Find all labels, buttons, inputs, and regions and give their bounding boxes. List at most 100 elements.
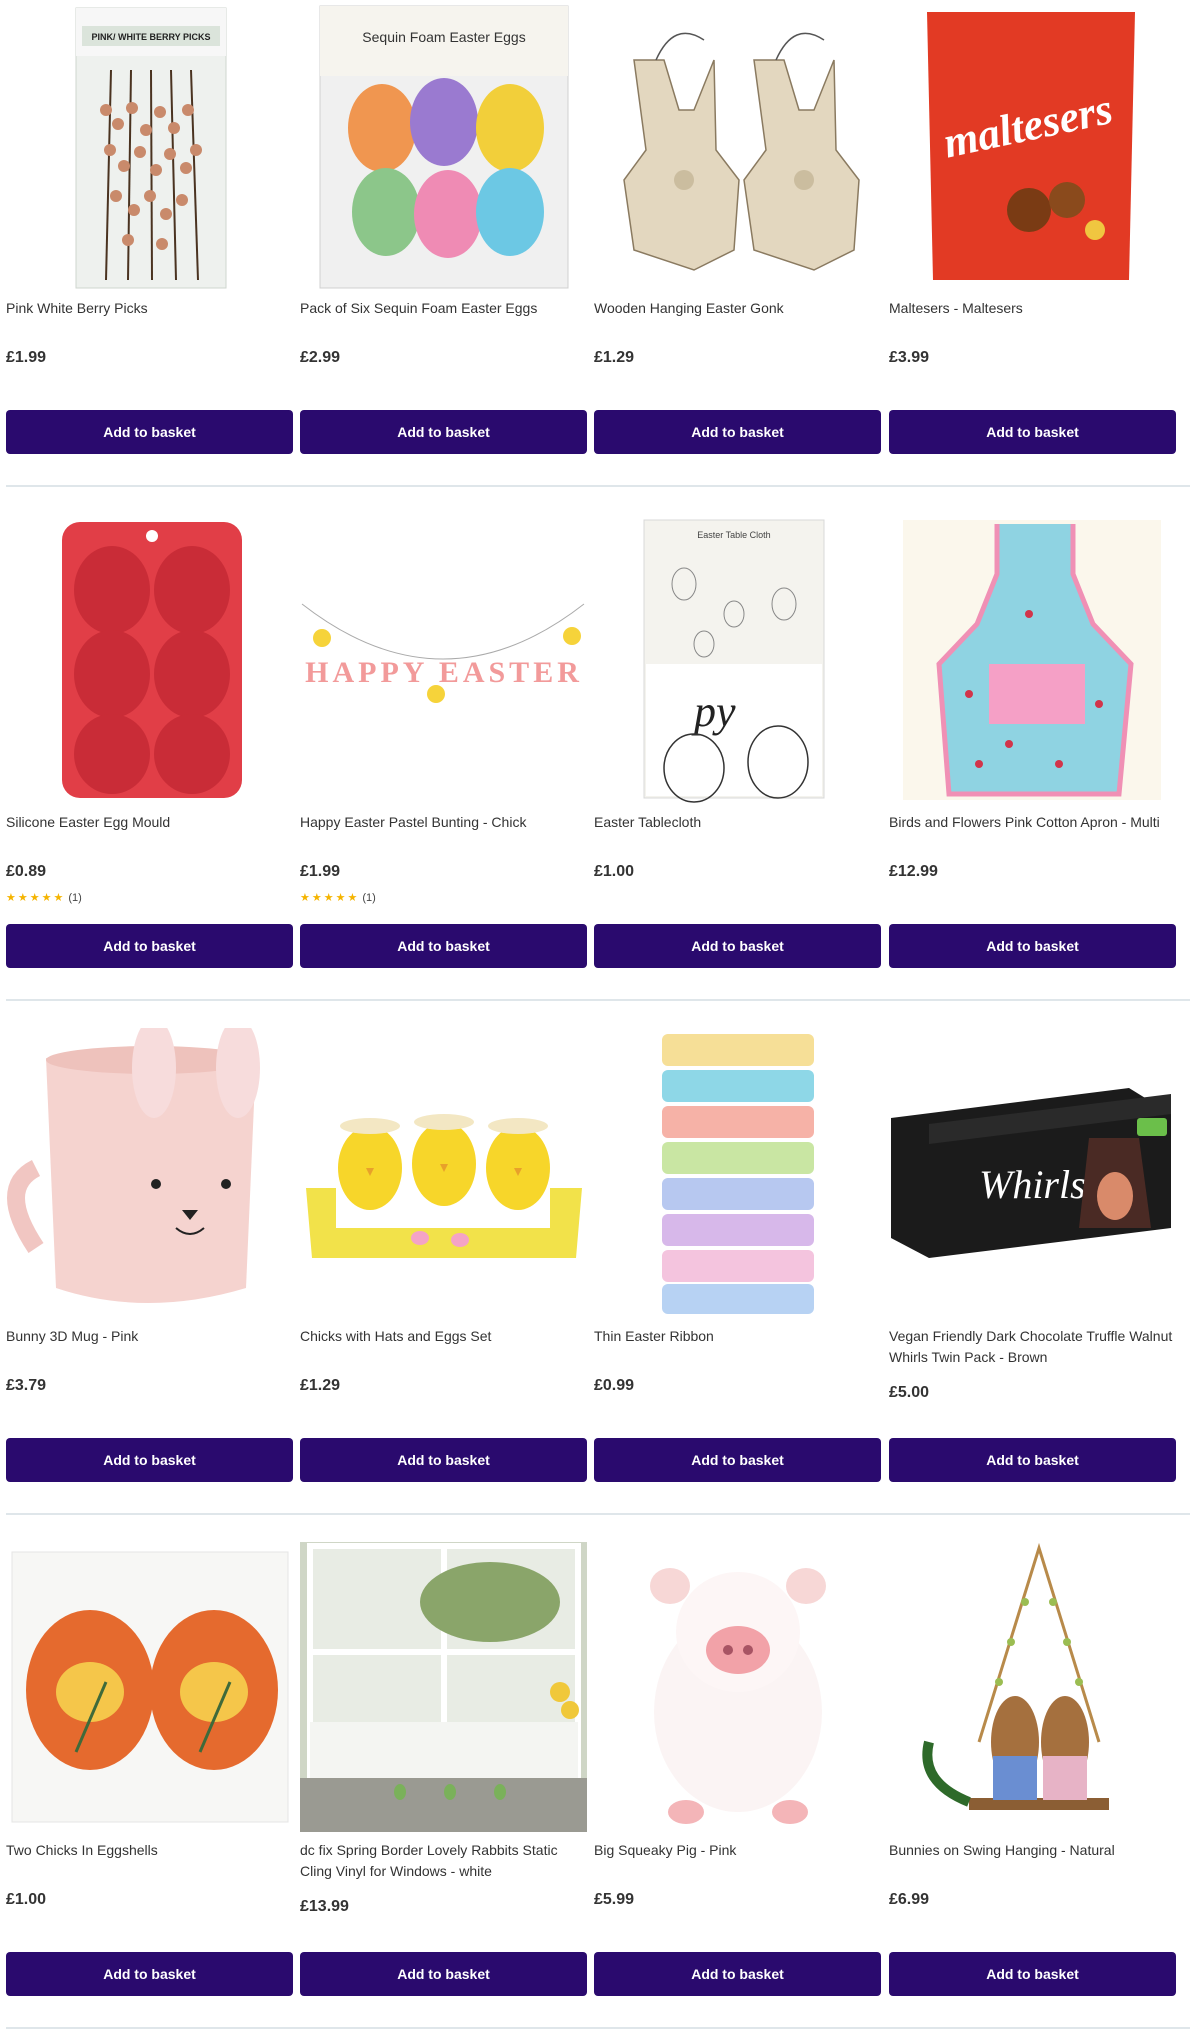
star-icon: ★	[6, 892, 16, 904]
product-card: Sequin Foam Easter Eggs Pack of Six Sequ…	[300, 0, 587, 470]
package-label: Easter Table Cloth	[697, 530, 770, 540]
product-card: Bunnies on Swing Hanging - Natural £6.99…	[889, 1542, 1176, 2012]
product-image[interactable]	[889, 514, 1176, 804]
package-label: PINK/ WHITE BERRY PICKS	[91, 32, 210, 42]
star-rating[interactable]: ★ ★ ★ ★ ★ (1)	[6, 892, 82, 904]
product-card: Silicone Easter Egg Mould £0.89 ★ ★ ★ ★ …	[6, 514, 293, 984]
add-to-basket-button[interactable]: Add to basket	[300, 1952, 587, 1996]
add-to-basket-button[interactable]: Add to basket	[889, 410, 1176, 454]
product-image[interactable]	[594, 1542, 881, 1832]
add-to-basket-button[interactable]: Add to basket	[594, 924, 881, 968]
product-card: Bunny 3D Mug - Pink £3.79 Add to basket	[6, 1028, 293, 1498]
product-price: £3.99	[889, 349, 930, 366]
product-price: £1.00	[594, 863, 635, 880]
add-to-basket-button[interactable]: Add to basket	[594, 1438, 881, 1482]
product-title[interactable]: Big Squeaky Pig - Pink	[594, 1840, 881, 1861]
add-to-basket-button[interactable]: Add to basket	[300, 1438, 587, 1482]
product-price: £6.99	[889, 1891, 930, 1908]
product-title[interactable]: Wooden Hanging Easter Gonk	[594, 298, 881, 319]
product-card: Wooden Hanging Easter Gonk £1.29 Add to …	[594, 0, 881, 470]
product-card: Chicks with Hats and Eggs Set £1.29 Add …	[300, 1028, 587, 1498]
package-label: Sequin Foam Easter Eggs	[362, 29, 525, 45]
product-price: £13.99	[300, 1898, 349, 1915]
product-image[interactable]: PINK/ WHITE BERRY PICKS	[6, 0, 293, 290]
product-price: £3.79	[6, 1377, 47, 1394]
product-card: Big Squeaky Pig - Pink £5.99 Add to bask…	[594, 1542, 881, 2012]
product-price: £1.99	[300, 863, 341, 880]
product-title[interactable]: Happy Easter Pastel Bunting - Chick	[300, 812, 587, 833]
product-card: Thin Easter Ribbon £0.99 Add to basket	[594, 1028, 881, 1498]
add-to-basket-button[interactable]: Add to basket	[594, 1952, 881, 1996]
product-card: Whirls Vegan Friendly Dark Chocolate Tru…	[889, 1028, 1176, 1498]
product-image[interactable]: Sequin Foam Easter Eggs	[300, 0, 587, 290]
svg-text:py: py	[691, 687, 736, 736]
product-title[interactable]: Chicks with Hats and Eggs Set	[300, 1326, 587, 1347]
product-image[interactable]	[889, 1542, 1176, 1832]
product-card: dc fix Spring Border Lovely Rabbits Stat…	[300, 1542, 587, 2012]
star-icon: ★	[335, 892, 346, 904]
bunting-text: HAPPY EASTER	[305, 656, 583, 689]
product-title[interactable]: Pack of Six Sequin Foam Easter Eggs	[300, 298, 587, 319]
row-divider	[6, 999, 1190, 1001]
product-image[interactable]: Whirls	[889, 1028, 1176, 1318]
product-title[interactable]: Pink White Berry Picks	[6, 298, 293, 319]
product-price: £1.99	[6, 349, 47, 366]
star-icon: ★	[311, 892, 322, 904]
add-to-basket-button[interactable]: Add to basket	[300, 924, 587, 968]
add-to-basket-button[interactable]: Add to basket	[6, 410, 293, 454]
add-to-basket-button[interactable]: Add to basket	[6, 1952, 293, 1996]
star-rating[interactable]: ★ ★ ★ ★ ★ (1)	[300, 892, 376, 904]
product-row: PINK/ WHITE BERRY PICKS Pink White Berry…	[0, 0, 1200, 514]
add-to-basket-button[interactable]: Add to basket	[6, 924, 293, 968]
product-price: £0.89	[6, 863, 47, 880]
star-icon: ★	[300, 892, 310, 904]
product-image[interactable]	[6, 1542, 293, 1832]
add-to-basket-button[interactable]: Add to basket	[889, 1438, 1176, 1482]
product-image[interactable]: maltesers	[889, 0, 1176, 290]
product-title[interactable]: Bunnies on Swing Hanging - Natural	[889, 1840, 1176, 1861]
product-image[interactable]: Easter Table Cloth py	[594, 514, 881, 804]
product-card: Two Chicks In Eggshells £1.00 Add to bas…	[6, 1542, 293, 2012]
product-image[interactable]	[6, 1028, 293, 1318]
product-image[interactable]: HAPPY EASTER	[300, 514, 587, 804]
product-price: £12.99	[889, 863, 938, 880]
star-icon: ★	[17, 892, 28, 904]
product-price: £1.00	[6, 1891, 47, 1908]
product-image[interactable]	[594, 1028, 881, 1318]
product-price: £1.29	[300, 1377, 341, 1394]
product-title[interactable]: Thin Easter Ribbon	[594, 1326, 881, 1347]
product-row: Bunny 3D Mug - Pink £3.79 Add to basket …	[0, 1028, 1200, 1542]
star-icon: ★	[323, 892, 334, 904]
product-title[interactable]: dc fix Spring Border Lovely Rabbits Stat…	[300, 1840, 587, 1882]
product-card: maltesers Maltesers - Maltesers £3.99 Ad…	[889, 0, 1176, 470]
rating-count: (1)	[362, 892, 376, 904]
product-price: £1.29	[594, 349, 635, 366]
add-to-basket-button[interactable]: Add to basket	[889, 1952, 1176, 1996]
add-to-basket-button[interactable]: Add to basket	[594, 410, 881, 454]
product-price: £2.99	[300, 349, 341, 366]
product-image[interactable]	[300, 1542, 587, 1832]
product-title[interactable]: Bunny 3D Mug - Pink	[6, 1326, 293, 1347]
product-card: HAPPY EASTER Happy Easter Pastel Bunting…	[300, 514, 587, 984]
star-icon: ★	[29, 892, 40, 904]
product-row: Silicone Easter Egg Mould £0.89 ★ ★ ★ ★ …	[0, 514, 1200, 1028]
product-image[interactable]	[6, 514, 293, 804]
product-title[interactable]: Silicone Easter Egg Mould	[6, 812, 293, 833]
product-row: Two Chicks In Eggshells £1.00 Add to bas…	[0, 1542, 1200, 2034]
add-to-basket-button[interactable]: Add to basket	[6, 1438, 293, 1482]
product-title[interactable]: Two Chicks In Eggshells	[6, 1840, 293, 1861]
add-to-basket-button[interactable]: Add to basket	[889, 924, 1176, 968]
star-icon: ★	[53, 892, 64, 904]
product-card: Birds and Flowers Pink Cotton Apron - Mu…	[889, 514, 1176, 984]
add-to-basket-button[interactable]: Add to basket	[300, 410, 587, 454]
rating-count: (1)	[68, 892, 82, 904]
product-image[interactable]	[594, 0, 881, 290]
product-title[interactable]: Maltesers - Maltesers	[889, 298, 1176, 319]
product-title[interactable]: Easter Tablecloth	[594, 812, 881, 833]
star-icon: ★	[41, 892, 52, 904]
product-price: £5.99	[594, 1891, 635, 1908]
product-card: Easter Table Cloth py Easter Tablecloth …	[594, 514, 881, 984]
product-title[interactable]: Birds and Flowers Pink Cotton Apron - Mu…	[889, 812, 1176, 833]
product-title[interactable]: Vegan Friendly Dark Chocolate Truffle Wa…	[889, 1326, 1176, 1368]
product-image[interactable]	[300, 1028, 587, 1318]
